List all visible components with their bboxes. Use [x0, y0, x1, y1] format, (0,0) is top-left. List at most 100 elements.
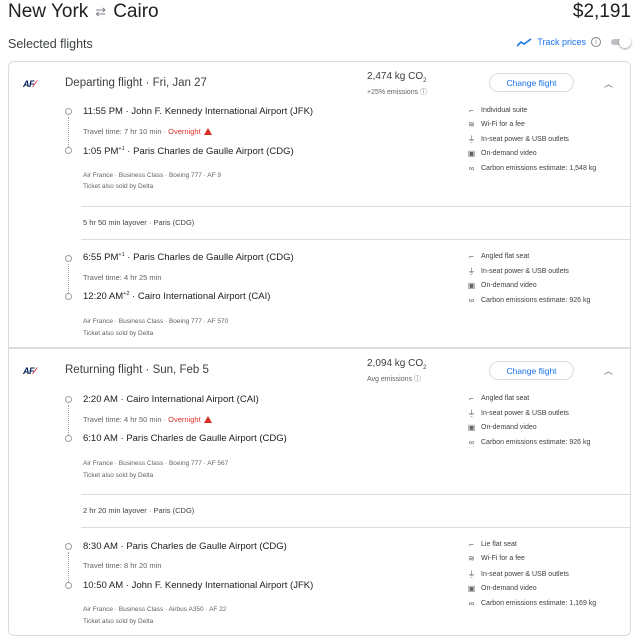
- seat-icon: ⌐: [469, 252, 474, 261]
- co2-icon: ∞: [468, 599, 475, 608]
- amenity-video: ▣ On-demand video: [467, 281, 537, 290]
- flight-details: Air France · Business Class · Airbus A35…: [83, 606, 227, 613]
- track-prices[interactable]: Track prices i: [517, 36, 631, 48]
- flight-direction-label: Returning flight: [65, 364, 143, 376]
- timeline-dot: [65, 147, 72, 154]
- video-icon: ▣: [467, 423, 476, 432]
- departing-flight-title: Departing flight · Fri, Jan 27: [65, 77, 207, 89]
- arrival-airport: Cairo International Airport (CAI): [137, 291, 271, 303]
- info-icon[interactable]: i: [591, 37, 601, 47]
- info-icon[interactable]: ⓘ: [420, 89, 427, 96]
- co2-icon: ∞: [468, 438, 475, 447]
- arrival-row: 12:20 AM+2 · Cairo International Airport…: [83, 291, 271, 303]
- amenity-seat: ⌐ Individual suite: [467, 106, 527, 115]
- arrival-airport: John F. Kennedy International Airport (J…: [131, 580, 314, 591]
- departure-row: 6:55 PM+1 · Paris Charles de Gaulle Airp…: [83, 252, 294, 264]
- flight-date: Sun, Feb 5: [152, 364, 209, 376]
- flight-details: Air France · Business Class · Boeing 777…: [83, 318, 229, 325]
- timeline-dot: [65, 108, 72, 115]
- amenity-emissions: ∞ Carbon emissions estimate: 1,169 kg: [468, 599, 597, 608]
- origin-city: New York: [8, 1, 89, 22]
- co2-amount: 2,474 kg CO2: [367, 71, 427, 84]
- timeline-dot: [65, 435, 72, 442]
- swap-arrows-icon: ⇄: [95, 4, 107, 19]
- timeline-line: [68, 405, 69, 435]
- arrival-row: 6:10 AM · Paris Charles de Gaulle Airpor…: [83, 433, 287, 444]
- amenity-power: ⏚ In-seat power & USB outlets: [467, 267, 569, 276]
- returning-flight-title: Returning flight · Sun, Feb 5: [65, 364, 209, 376]
- video-icon: ▣: [467, 281, 476, 290]
- arrival-airport: Paris Charles de Gaulle Airport (CDG): [126, 433, 287, 444]
- departure-row: 11:55 PM · John F. Kennedy International…: [83, 106, 314, 117]
- co2-amount: 2,094 kg CO2: [367, 358, 427, 371]
- route-title: New York ⇄ Cairo: [8, 1, 159, 23]
- air-france-logo: AF⁄: [23, 79, 36, 89]
- chevron-up-icon[interactable]: ︿: [604, 364, 613, 377]
- change-flight-button[interactable]: Change flight: [489, 73, 574, 92]
- emissions-note: +25% emissions ⓘ: [367, 89, 428, 96]
- card-divider: [9, 348, 630, 349]
- amenity-seat: ⌐ Angled flat seat: [467, 394, 529, 403]
- amenity-power: ⏚ In-seat power & USB outlets: [467, 409, 569, 418]
- travel-time: Travel time: 4 hr 25 min: [83, 273, 162, 282]
- info-icon[interactable]: ⓘ: [414, 376, 421, 383]
- timeline-dot: [65, 293, 72, 300]
- timeline-dot: [65, 396, 72, 403]
- change-flight-button[interactable]: Change flight: [489, 361, 574, 380]
- divider: [81, 494, 630, 495]
- timeline-dot: [65, 543, 72, 550]
- track-prices-label[interactable]: Track prices: [537, 37, 586, 47]
- layover-info: 2 hr 20 min layover · Paris (CDG): [83, 506, 195, 515]
- departure-airport: John F. Kennedy International Airport (J…: [131, 106, 314, 117]
- seat-icon: ⌐: [469, 540, 474, 549]
- seat-icon: ⌐: [469, 106, 474, 115]
- overnight-badge: Overnight: [168, 415, 201, 424]
- destination-city: Cairo: [113, 1, 159, 22]
- divider: [81, 527, 630, 528]
- warning-icon: [203, 416, 212, 423]
- layover-info: 5 hr 50 min layover · Paris (CDG): [83, 218, 195, 227]
- returning-flight-card: AF⁄ Returning flight · Sun, Feb 5 2,094 …: [8, 348, 631, 636]
- departure-airport: Paris Charles de Gaulle Airport (CDG): [126, 541, 287, 552]
- arrival-airport: Paris Charles de Gaulle Airport (CDG): [133, 146, 294, 158]
- timeline-line: [68, 264, 69, 293]
- flight-details: Air France · Business Class · Boeing 777…: [83, 460, 229, 467]
- amenity-video: ▣ On-demand video: [467, 584, 537, 593]
- divider: [81, 239, 630, 240]
- power-plug-icon: ⏚: [467, 135, 476, 144]
- emissions-note: Avg emissions ⓘ: [367, 376, 421, 383]
- amenity-power: ⏚ In-seat power & USB outlets: [467, 135, 569, 144]
- air-france-logo: AF⁄: [23, 366, 36, 376]
- wifi-icon: ≋: [468, 554, 475, 563]
- flight-date: Fri, Jan 27: [152, 77, 207, 89]
- overnight-badge: Overnight: [168, 127, 201, 136]
- timeline-dot: [65, 255, 72, 262]
- amenity-emissions: ∞ Carbon emissions estimate: 1,548 kg: [468, 164, 597, 173]
- departure-airport: Paris Charles de Gaulle Airport (CDG): [133, 252, 294, 264]
- track-prices-toggle[interactable]: [609, 36, 631, 48]
- video-icon: ▣: [467, 584, 476, 593]
- amenity-seat: ⌐ Lie flat seat: [467, 540, 517, 549]
- timeline-line: [68, 117, 69, 147]
- video-icon: ▣: [467, 149, 476, 158]
- divider: [81, 206, 630, 207]
- travel-time: Travel time: 4 hr 50 min · Overnight: [83, 415, 212, 424]
- departure-row: 2:20 AM · Cairo International Airport (C…: [83, 394, 259, 405]
- amenity-wifi: ≋ Wi-Fi for a fee: [468, 120, 525, 129]
- trend-icon: [517, 37, 532, 47]
- amenity-emissions: ∞ Carbon emissions estimate: 926 kg: [468, 438, 591, 447]
- amenity-power: ⏚ In-seat power & USB outlets: [467, 570, 569, 579]
- flight-details: Air France · Business Class · Boeing 777…: [83, 172, 222, 179]
- timeline-dot: [65, 582, 72, 589]
- total-price: $2,191: [572, 1, 631, 22]
- flight-direction-label: Departing flight: [65, 77, 143, 89]
- sold-by-note: Ticket also sold by Delta: [83, 330, 154, 337]
- arrival-row: 10:50 AM · John F. Kennedy International…: [83, 580, 314, 591]
- amenity-video: ▣ On-demand video: [467, 423, 537, 432]
- arrival-row: 1:05 PM+1 · Paris Charles de Gaulle Airp…: [83, 146, 294, 158]
- power-plug-icon: ⏚: [467, 267, 476, 276]
- chevron-up-icon[interactable]: ︿: [604, 77, 613, 90]
- sold-by-note: Ticket also sold by Delta: [83, 183, 154, 190]
- sold-by-note: Ticket also sold by Delta: [83, 472, 154, 479]
- selected-flights-heading: Selected flights: [8, 37, 93, 51]
